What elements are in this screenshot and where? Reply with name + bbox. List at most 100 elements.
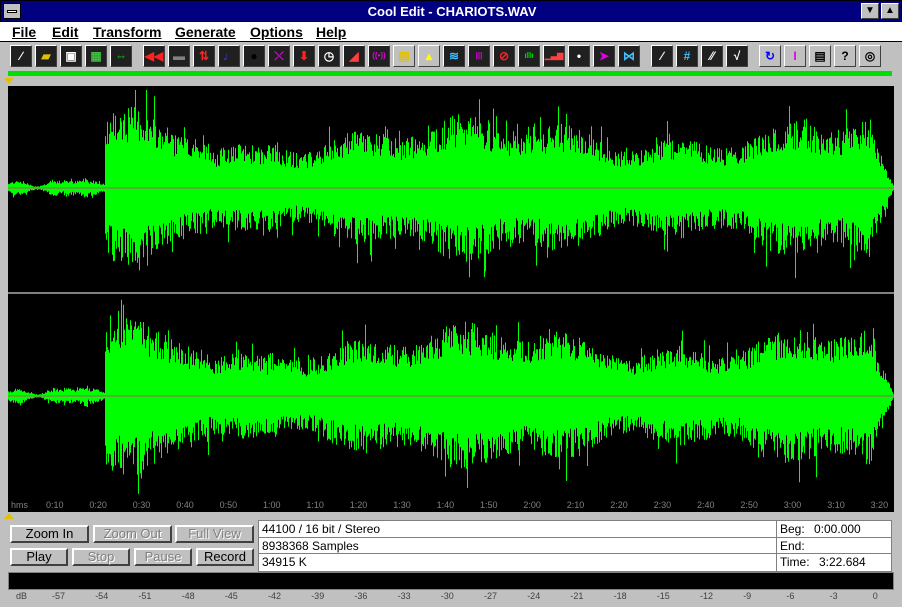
toolbar-button-new-file[interactable]: ∕	[10, 45, 32, 67]
meter-tick: -24	[527, 591, 541, 601]
meter-tick: 0	[872, 591, 878, 601]
meter-tick: -15	[656, 591, 670, 601]
menu-generate[interactable]: Generate	[175, 24, 236, 40]
toolbar-button-save-file[interactable]: ▣	[60, 45, 82, 67]
toolbar-button-crossfade[interactable]: ⤬	[268, 45, 290, 67]
format-info: 44100 / 16 bit / Stereo	[262, 522, 381, 536]
ruler-tick: 1:30	[393, 500, 411, 510]
toolbar-button-cursor[interactable]: I	[784, 45, 806, 67]
right-channel-waveform	[8, 299, 894, 494]
ruler-tick: 0:10	[46, 500, 64, 510]
full-view-button[interactable]: Full View	[175, 525, 254, 543]
line-icon: ∕	[660, 49, 663, 63]
maximize-button[interactable]: ▲	[881, 3, 899, 19]
toolbar-button-music-note[interactable]: ♩	[218, 45, 240, 67]
zoom-in-button[interactable]: Zoom In	[10, 525, 89, 543]
toolbar-button-bars[interactable]: |||	[468, 45, 490, 67]
folder-icon: ▤	[398, 49, 410, 63]
toolbar-button-reverse[interactable]: ⇅	[193, 45, 215, 67]
toolbar-button-waveform[interactable]: ▦	[85, 45, 107, 67]
toolbar-button-black-dot[interactable]: ●	[243, 45, 265, 67]
graph-icon: ▴	[425, 49, 433, 63]
waveform-display[interactable]	[8, 86, 894, 500]
size-info: 34915 K	[262, 555, 307, 569]
toolbar-button-waveform-edit[interactable]: ⇔	[110, 45, 132, 67]
toolbar: ∕ ▰ ▣ ▦ ⇔ ◀◀ ▬ ⇅ ♩ ● ⤬ ⬇ ◷ ◢ ((•)) ▤ ▴ ≋ ||| ⊘ ıllı ▁▃▆ • ➤ ⋈ ∕ # ⁄…	[0, 42, 902, 70]
toolbar-button-no-symbol[interactable]: ⊘	[493, 45, 515, 67]
end-marker-icon[interactable]	[4, 513, 14, 519]
meter-tick: -48	[181, 591, 195, 601]
waveform-edit-icon: ⇔	[115, 49, 127, 63]
pause-button[interactable]: Pause	[134, 548, 192, 566]
toolbar-button-silence[interactable]: ▬	[168, 45, 190, 67]
record-button[interactable]: Record	[196, 548, 254, 566]
toolbar-button-dot[interactable]: •	[568, 45, 590, 67]
start-marker-icon[interactable]	[4, 78, 14, 84]
ruler-tick: 0:20	[89, 500, 107, 510]
time-label: Time:	[780, 555, 810, 569]
toolbar-button-help-question[interactable]: ?	[834, 45, 856, 67]
menu-options[interactable]: Options	[250, 24, 303, 40]
play-button[interactable]: Play	[10, 548, 68, 566]
toolbar-button-slash-lines[interactable]: ⁄⁄	[701, 45, 723, 67]
meter-tick: -33	[397, 591, 411, 601]
toolbar-button-folder[interactable]: ▤	[393, 45, 415, 67]
toolbar-button-radio[interactable]: ((•))	[368, 45, 390, 67]
menu-edit[interactable]: Edit	[52, 24, 78, 40]
ruler-tick: 2:20	[610, 500, 628, 510]
ruler-tick: 1:50	[480, 500, 498, 510]
toolbar-button-color-spectrum[interactable]: ◢	[343, 45, 365, 67]
toolbar-button-pinch[interactable]: ⋈	[618, 45, 640, 67]
meter-tick: -18	[613, 591, 627, 601]
toolbar-button-rewind[interactable]: ◀◀	[143, 45, 165, 67]
ruler-tick: 3:00	[783, 500, 802, 510]
color-spectrum-icon: ◢	[349, 49, 359, 63]
toolbar-button-check-wave[interactable]: √	[726, 45, 748, 67]
toolbar-button-cd[interactable]: ◎	[859, 45, 881, 67]
minimize-button[interactable]: ▼	[861, 3, 879, 19]
meter-tick: -12	[700, 591, 714, 601]
ruler-tick: 2:30	[653, 500, 672, 510]
reverse-icon: ⇅	[198, 49, 210, 63]
menu-help[interactable]: Help	[316, 24, 346, 40]
notepad-icon: ▤	[814, 49, 826, 63]
radio-icon: ((•))	[372, 51, 386, 60]
time-value: 3:22.684	[819, 555, 866, 569]
time-ruler: hms 0:10 0:20 0:30 0:40 0:50 1:00 1:10 1:20 1:30…	[8, 500, 894, 512]
menu-transform[interactable]: Transform	[93, 24, 161, 40]
no-symbol-icon: ⊘	[498, 49, 510, 63]
help-question-icon: ?	[841, 49, 849, 63]
bars-icon: |||	[475, 51, 483, 60]
zoom-out-button[interactable]: Zoom Out	[93, 525, 172, 543]
crossfade-icon: ⤬	[274, 49, 284, 63]
selection-range-bar[interactable]	[8, 71, 892, 76]
ruler-tick: 1:20	[349, 500, 368, 510]
toolbar-button-line[interactable]: ∕	[651, 45, 673, 67]
download-icon: ⬇	[298, 49, 310, 63]
toolbar-button-download[interactable]: ⬇	[293, 45, 315, 67]
toolbar-button-equalizer[interactable]: ıllı	[518, 45, 540, 67]
waveform-icon: ▦	[90, 49, 102, 63]
toolbar-button-graph[interactable]: ▴	[418, 45, 440, 67]
toolbar-button-arrow-right[interactable]: ➤	[593, 45, 615, 67]
toolbar-button-wave-lines[interactable]: ≋	[443, 45, 465, 67]
toolbar-button-level-bars[interactable]: ▁▃▆	[543, 45, 565, 67]
menu-file[interactable]: File	[12, 24, 36, 40]
check-wave-icon: √	[733, 49, 741, 63]
meter-tick: -21	[570, 591, 584, 601]
cd-icon: ◎	[864, 49, 876, 63]
toolbar-button-refresh[interactable]: ↻	[759, 45, 781, 67]
hash-icon: #	[683, 49, 691, 63]
cursor-icon: I	[793, 49, 797, 63]
meter-tick: -54	[95, 591, 109, 601]
equalizer-icon: ıllı	[524, 51, 534, 60]
begin-label: Beg:	[780, 522, 805, 536]
toolbar-button-open-file[interactable]: ▰	[35, 45, 57, 67]
rewind-icon: ◀◀	[144, 49, 164, 63]
toolbar-button-hash[interactable]: #	[676, 45, 698, 67]
ruler-tick: 3:10	[827, 500, 845, 510]
toolbar-button-notepad[interactable]: ▤	[809, 45, 831, 67]
toolbar-button-stopwatch[interactable]: ◷	[318, 45, 340, 67]
stop-button[interactable]: Stop	[72, 548, 130, 566]
end-label: End:	[780, 539, 805, 553]
